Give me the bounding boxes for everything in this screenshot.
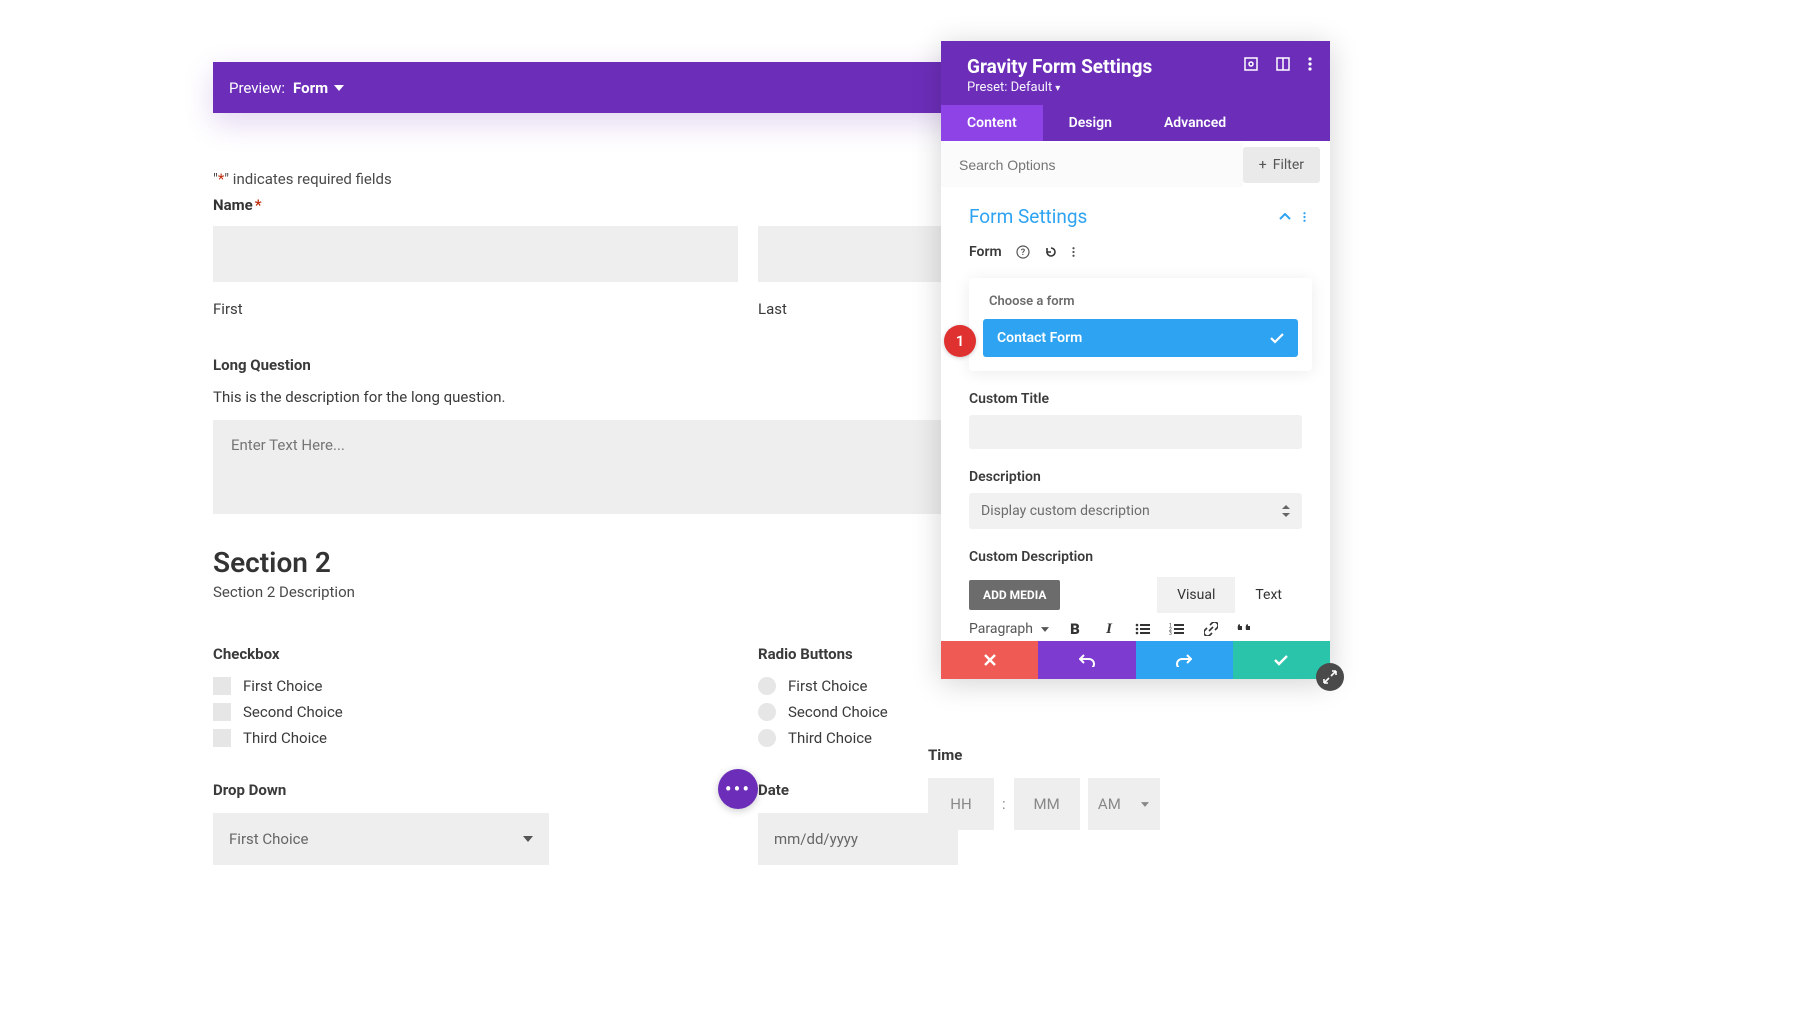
close-icon — [984, 654, 996, 666]
dropdown-select[interactable]: First Choice — [213, 813, 549, 865]
cancel-button[interactable] — [941, 641, 1038, 679]
panel-tabs: Content Design Advanced — [941, 105, 1330, 141]
caret-down-icon — [523, 836, 533, 842]
form-control-label: Form ? — [941, 238, 1330, 270]
dropdown-label: Drop Down — [213, 781, 738, 799]
caret-down-icon — [334, 85, 344, 91]
time-label: Time — [928, 746, 1160, 764]
bulleted-list-icon[interactable] — [1135, 621, 1151, 637]
choose-form-hint: Choose a form — [989, 294, 1298, 309]
module-options-button[interactable]: ••• — [718, 769, 758, 809]
radio-choice[interactable]: Third Choice — [758, 729, 1283, 747]
search-options-input[interactable] — [941, 143, 1243, 187]
tab-design[interactable]: Design — [1043, 105, 1138, 141]
checkbox-group-label: Checkbox — [213, 645, 738, 663]
time-field: Time HH : MM AM — [928, 746, 1160, 830]
radio-choice[interactable]: First Choice — [758, 677, 1283, 695]
callout-1: 1 — [944, 325, 976, 357]
description-select[interactable]: Display custom description — [969, 493, 1302, 529]
svg-text:?: ? — [1020, 248, 1025, 258]
redo-button[interactable] — [1136, 641, 1233, 679]
checkbox-choice[interactable]: First Choice — [213, 677, 738, 695]
ellipsis-icon: ••• — [725, 777, 751, 801]
panel-header[interactable]: Gravity Form Settings Preset: Default▾ — [941, 41, 1330, 105]
settings-panel: Gravity Form Settings Preset: Default▾ C… — [941, 41, 1330, 679]
collapse-icon[interactable] — [1279, 213, 1291, 221]
preview-value: Form — [293, 79, 328, 97]
form-chooser-dropdown: Choose a form Contact Form — [969, 278, 1312, 371]
expand-handle[interactable] — [1316, 663, 1344, 691]
time-hh-input[interactable]: HH — [928, 778, 994, 830]
check-icon — [1270, 333, 1284, 344]
redo-icon — [1176, 653, 1192, 667]
caret-down-icon: ▾ — [1055, 83, 1060, 94]
description-label: Description — [969, 469, 1302, 485]
editor-tab-visual[interactable]: Visual — [1157, 577, 1235, 613]
check-icon — [1274, 655, 1288, 666]
custom-title-input[interactable] — [969, 415, 1302, 449]
tab-advanced[interactable]: Advanced — [1138, 105, 1252, 141]
kebab-icon[interactable] — [1303, 210, 1306, 224]
kebab-icon[interactable] — [1308, 57, 1312, 71]
sort-icon — [1282, 505, 1290, 517]
undo-icon — [1079, 653, 1095, 667]
help-icon[interactable]: ? — [1016, 245, 1030, 259]
caret-down-icon — [1041, 627, 1049, 632]
paragraph-select[interactable]: Paragraph — [969, 621, 1049, 637]
plus-icon: + — [1259, 157, 1267, 173]
checkbox-choice[interactable]: Third Choice — [213, 729, 738, 747]
checkbox-icon — [213, 729, 231, 747]
panel-title: Gravity Form Settings — [967, 55, 1152, 78]
custom-desc-label: Custom Description — [969, 549, 1302, 565]
fullscreen-icon[interactable] — [1244, 57, 1258, 71]
checkbox-icon — [213, 703, 231, 721]
preview-label: Preview: — [229, 79, 285, 97]
expand-icon — [1323, 670, 1337, 684]
time-mm-input[interactable]: MM — [1014, 778, 1080, 830]
bold-icon[interactable]: B — [1067, 621, 1083, 637]
form-settings-header[interactable]: Form Settings — [941, 189, 1330, 238]
numbered-list-icon[interactable]: 123 — [1169, 621, 1185, 637]
editor-tab-text[interactable]: Text — [1235, 577, 1302, 613]
add-media-button[interactable]: ADD MEDIA — [969, 580, 1060, 610]
reset-icon[interactable] — [1044, 245, 1058, 259]
radio-choice[interactable]: Second Choice — [758, 703, 1283, 721]
editor-toolbar: Paragraph B I 123 — [941, 613, 1330, 641]
checkbox-icon — [213, 677, 231, 695]
svg-text:3: 3 — [1169, 631, 1172, 635]
caret-down-icon — [1141, 802, 1149, 807]
columns-icon[interactable] — [1276, 57, 1290, 71]
checkbox-choice[interactable]: Second Choice — [213, 703, 738, 721]
filter-button[interactable]: + Filter — [1243, 147, 1320, 183]
quote-icon[interactable] — [1237, 621, 1253, 637]
link-icon[interactable] — [1203, 621, 1219, 637]
time-ampm-select[interactable]: AM — [1088, 778, 1160, 830]
first-sub-label: First — [213, 300, 738, 318]
radio-icon — [758, 677, 776, 695]
panel-action-bar — [941, 641, 1330, 679]
kebab-icon[interactable] — [1072, 245, 1075, 259]
time-colon: : — [1002, 795, 1006, 813]
undo-button[interactable] — [1038, 641, 1135, 679]
italic-icon[interactable]: I — [1101, 621, 1117, 637]
form-option-contact-form[interactable]: Contact Form — [983, 319, 1298, 357]
custom-title-label: Custom Title — [969, 391, 1302, 407]
tab-content[interactable]: Content — [941, 105, 1043, 141]
radio-icon — [758, 729, 776, 747]
radio-icon — [758, 703, 776, 721]
panel-preset[interactable]: Preset: Default▾ — [967, 80, 1152, 95]
first-name-input[interactable] — [213, 226, 738, 282]
